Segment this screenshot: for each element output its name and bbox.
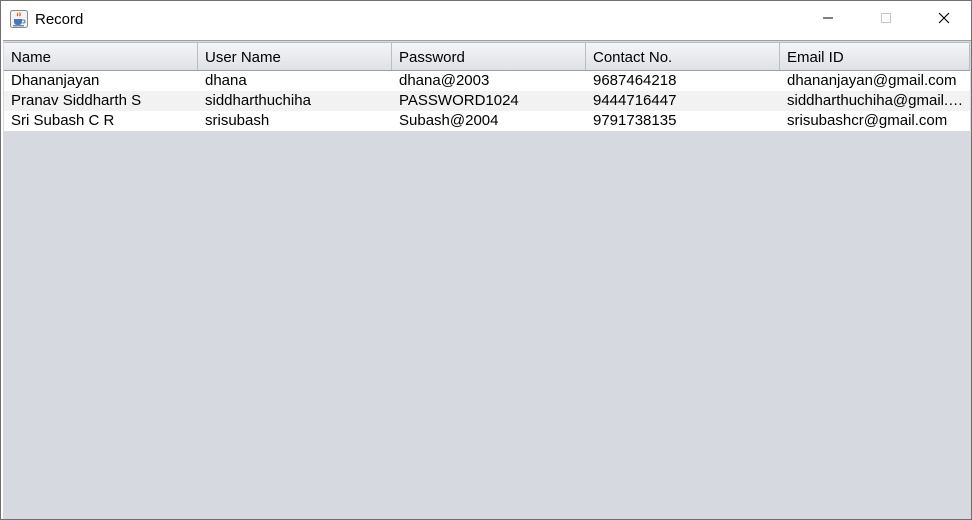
close-icon: [938, 11, 950, 29]
close-button[interactable]: [915, 1, 971, 39]
cell-user-name[interactable]: srisubash: [198, 111, 392, 131]
table-row[interactable]: Sri Subash C R srisubash Subash@2004 979…: [4, 111, 970, 131]
cell-email-id[interactable]: srisubashcr@gmail.com: [780, 111, 970, 131]
column-header-email-id[interactable]: Email ID: [780, 43, 970, 70]
maximize-button[interactable]: [857, 1, 915, 39]
column-header-user-name[interactable]: User Name: [198, 43, 392, 70]
record-window: Record Name User Name Password Contact N…: [0, 0, 972, 520]
column-header-password[interactable]: Password: [392, 43, 586, 70]
table-row[interactable]: Dhananjayan dhana dhana@2003 9687464218 …: [4, 71, 970, 91]
table-scroll-pane[interactable]: Name User Name Password Contact No. Emai…: [3, 40, 971, 519]
cell-email-id[interactable]: siddharthuchiha@gmail.co...: [780, 91, 970, 111]
cell-password[interactable]: PASSWORD1024: [392, 91, 586, 111]
cell-contact-no[interactable]: 9687464218: [586, 71, 780, 91]
cell-name[interactable]: Sri Subash C R: [4, 111, 198, 131]
java-cup-icon: [10, 10, 28, 28]
cell-password[interactable]: dhana@2003: [392, 71, 586, 91]
cell-user-name[interactable]: siddharthuchiha: [198, 91, 392, 111]
cell-user-name[interactable]: dhana: [198, 71, 392, 91]
record-table[interactable]: Name User Name Password Contact No. Emai…: [4, 42, 970, 131]
cell-password[interactable]: Subash@2004: [392, 111, 586, 131]
column-header-contact-no[interactable]: Contact No.: [586, 43, 780, 70]
maximize-icon: [880, 11, 892, 29]
cell-name[interactable]: Dhananjayan: [4, 71, 198, 91]
cell-email-id[interactable]: dhananjayan@gmail.com: [780, 71, 970, 91]
table-row[interactable]: Pranav Siddharth S siddharthuchiha PASSW…: [4, 91, 970, 111]
table-header: Name User Name Password Contact No. Emai…: [4, 42, 970, 71]
cell-contact-no[interactable]: 9791738135: [586, 111, 780, 131]
cell-name[interactable]: Pranav Siddharth S: [4, 91, 198, 111]
title-bar[interactable]: Record: [1, 1, 971, 39]
column-header-name[interactable]: Name: [4, 43, 198, 70]
minimize-icon: [822, 11, 834, 29]
minimize-button[interactable]: [799, 1, 857, 39]
cell-contact-no[interactable]: 9444716447: [586, 91, 780, 111]
window-title: Record: [35, 11, 84, 28]
